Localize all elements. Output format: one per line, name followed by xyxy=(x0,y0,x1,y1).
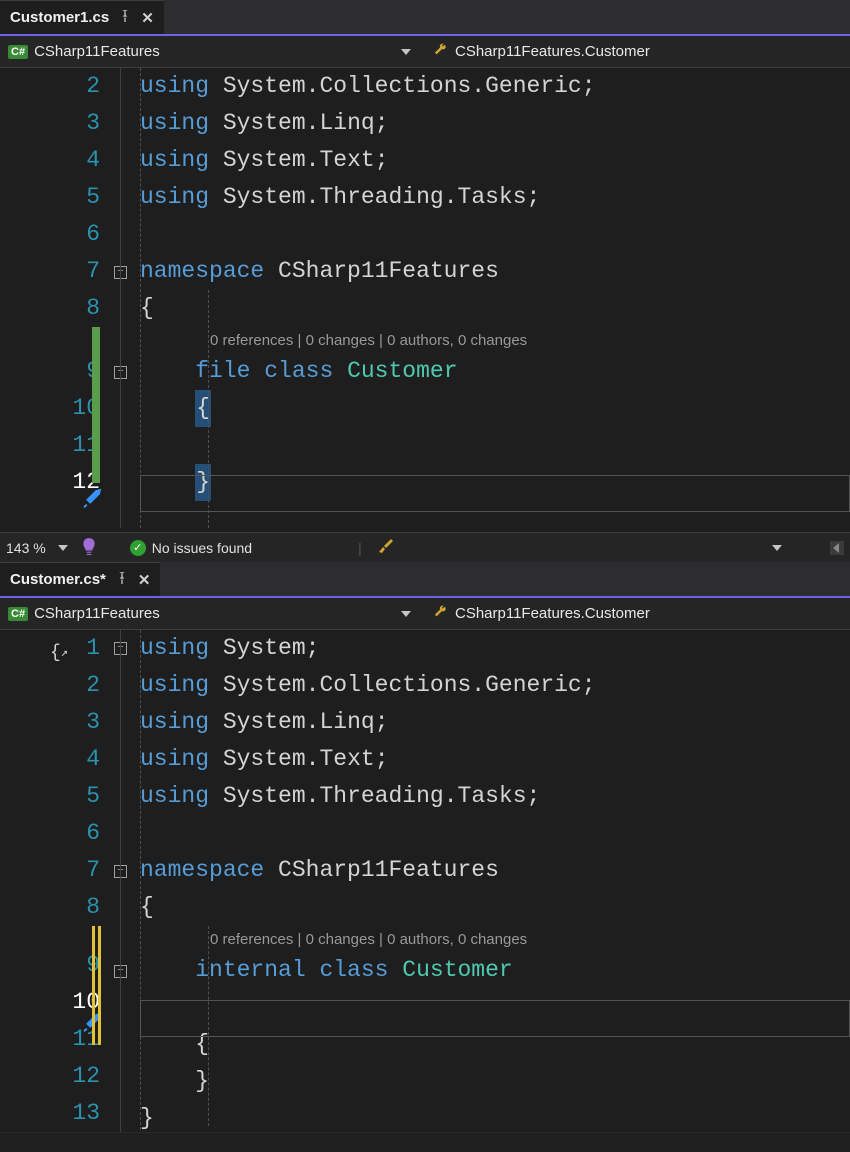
line-number: 3 xyxy=(0,704,100,741)
code-line[interactable]: } xyxy=(140,1100,850,1132)
code-line[interactable]: using System.Text; xyxy=(140,142,850,179)
scroll-left-icon[interactable] xyxy=(830,541,844,555)
code-line[interactable]: using System.Collections.Generic; xyxy=(140,68,850,105)
change-indicator xyxy=(92,327,100,483)
line-number: 3 xyxy=(0,105,100,142)
code-line[interactable]: using System.Linq; xyxy=(140,704,850,741)
line-number: 6 xyxy=(0,216,100,253)
code-content[interactable]: using System.Collections.Generic; using … xyxy=(140,68,850,532)
check-circle-icon: ✓ xyxy=(130,540,146,556)
tab-bar: Customer1.cs ✕ xyxy=(0,0,850,36)
status-bar: 143 % ✓ No issues found | xyxy=(0,532,850,562)
breadcrumb-project-label: CSharp11Features xyxy=(34,605,160,622)
pin-icon[interactable] xyxy=(116,572,128,587)
chevron-down-icon[interactable] xyxy=(401,611,411,617)
close-icon[interactable]: ✕ xyxy=(138,571,151,589)
code-line[interactable]: file class Customer xyxy=(140,353,850,390)
brush-icon[interactable] xyxy=(378,538,394,557)
intellicode-icon[interactable] xyxy=(80,537,98,558)
line-number: 4 xyxy=(0,741,100,778)
breadcrumb-symbol-label: CSharp11Features.Customer xyxy=(455,605,650,622)
chevron-down-icon[interactable] xyxy=(401,49,411,55)
line-number: 2 xyxy=(0,68,100,105)
line-number: 7 xyxy=(0,253,100,290)
breadcrumb-symbol-label: CSharp11Features.Customer xyxy=(455,43,650,60)
code-line[interactable]: using System; xyxy=(140,630,850,667)
code-line[interactable] xyxy=(140,815,850,852)
line-number: 8 xyxy=(0,290,100,327)
tab-title: Customer.cs* xyxy=(10,571,106,588)
code-line[interactable]: using System.Linq; xyxy=(140,105,850,142)
code-line[interactable]: using System.Collections.Generic; xyxy=(140,667,850,704)
current-line-highlight xyxy=(140,475,850,512)
file-tab[interactable]: Customer.cs* ✕ xyxy=(0,562,160,596)
breadcrumb-project[interactable]: C# CSharp11Features xyxy=(0,36,425,67)
breadcrumb-symbol[interactable]: CSharp11Features.Customer xyxy=(425,36,850,67)
csharp-badge-icon: C# xyxy=(8,607,28,621)
line-number: 5 xyxy=(0,179,100,216)
code-line[interactable]: namespace CSharp11Features xyxy=(140,852,850,889)
tab-title: Customer1.cs xyxy=(10,9,109,26)
line-number: 11 xyxy=(0,427,100,464)
change-indicator xyxy=(92,926,95,1045)
line-number: 7 xyxy=(0,852,100,889)
code-line[interactable]: namespace CSharp11Features xyxy=(140,253,850,290)
code-line[interactable]: using System.Text; xyxy=(140,741,850,778)
editor-pane-2: Customer.cs* ✕ C# CSharp11Features CShar… xyxy=(0,562,850,1152)
line-number: 13 xyxy=(0,1095,100,1132)
codelens[interactable]: 0 references | 0 changes | 0 authors, 0 … xyxy=(140,926,850,952)
line-number: 10 xyxy=(0,390,100,427)
code-content[interactable]: using System; using System.Collections.G… xyxy=(140,630,850,1132)
change-indicator xyxy=(98,926,101,1045)
code-line[interactable]: internal class Customer xyxy=(140,952,850,989)
current-line-highlight xyxy=(140,1000,850,1037)
line-number: 1 xyxy=(0,630,100,667)
breadcrumb-bar: C# CSharp11Features CSharp11Features.Cus… xyxy=(0,598,850,630)
codelens[interactable]: 0 references | 0 changes | 0 authors, 0 … xyxy=(140,327,850,353)
wrench-icon xyxy=(433,43,449,61)
code-editor[interactable]: 2 3 4 5 6 7 8 9 10 11 12 − − using xyxy=(0,68,850,532)
line-number: 12 xyxy=(0,1058,100,1095)
line-number: 9 xyxy=(0,353,100,390)
breadcrumb-bar: C# CSharp11Features CSharp11Features.Cus… xyxy=(0,36,850,68)
issues-label[interactable]: No issues found xyxy=(152,540,252,556)
zoom-level[interactable]: 143 % xyxy=(6,540,46,556)
separator: | xyxy=(358,540,362,556)
code-line[interactable]: using System.Threading.Tasks; xyxy=(140,179,850,216)
breadcrumb-project-label: CSharp11Features xyxy=(34,43,160,60)
code-line[interactable]: using System.Threading.Tasks; xyxy=(140,778,850,815)
fold-gutter: − − xyxy=(110,68,140,532)
fold-gutter: − − − xyxy=(110,630,140,1132)
line-number-gutter: 1 2 3 4 5 6 7 8 9 10 11 12 13 xyxy=(0,630,110,1132)
tab-bar: Customer.cs* ✕ xyxy=(0,562,850,598)
line-number: 4 xyxy=(0,142,100,179)
line-number: 2 xyxy=(0,667,100,704)
wrench-icon xyxy=(433,605,449,623)
chevron-down-icon[interactable] xyxy=(772,545,782,551)
line-number: 5 xyxy=(0,778,100,815)
chevron-down-icon[interactable] xyxy=(58,545,68,551)
breadcrumb-symbol[interactable]: CSharp11Features.Customer xyxy=(425,598,850,629)
pin-icon[interactable] xyxy=(119,10,131,25)
csharp-badge-icon: C# xyxy=(8,45,28,59)
code-editor[interactable]: {↗ 1 2 3 4 5 6 7 8 9 10 11 12 13 − − − xyxy=(0,630,850,1132)
quick-actions-icon[interactable] xyxy=(82,484,104,506)
line-number: 6 xyxy=(0,815,100,852)
status-bar: x xyxy=(0,1132,850,1152)
code-line[interactable] xyxy=(140,216,850,253)
code-line[interactable]: { xyxy=(140,390,850,427)
editor-pane-1: Customer1.cs ✕ C# CSharp11Features CShar… xyxy=(0,0,850,562)
file-tab[interactable]: Customer1.cs ✕ xyxy=(0,0,164,34)
breadcrumb-project[interactable]: C# CSharp11Features xyxy=(0,598,425,629)
close-icon[interactable]: ✕ xyxy=(141,9,154,27)
code-line[interactable] xyxy=(140,427,850,464)
code-line[interactable]: } xyxy=(140,1063,850,1100)
line-number: 8 xyxy=(0,889,100,926)
line-number: 9 xyxy=(0,947,100,984)
